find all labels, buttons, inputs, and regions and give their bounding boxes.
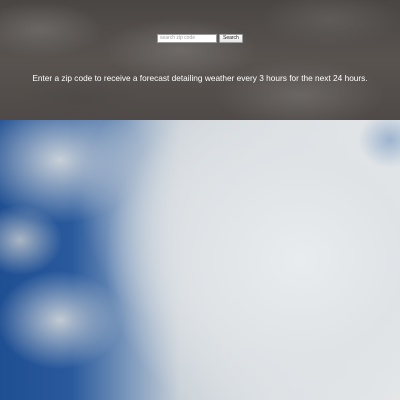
instructions-text: Enter a zip code to receive a forecast d…	[32, 73, 368, 83]
search-button[interactable]: Search	[219, 34, 243, 43]
weather-app-page: Search Enter a zip code to receive a for…	[0, 0, 400, 400]
search-bar: Search	[157, 34, 243, 43]
zip-code-search-input[interactable]	[157, 34, 217, 43]
header-background	[0, 0, 400, 120]
sky-background-image	[0, 120, 400, 400]
sky-background-patch	[350, 120, 400, 170]
